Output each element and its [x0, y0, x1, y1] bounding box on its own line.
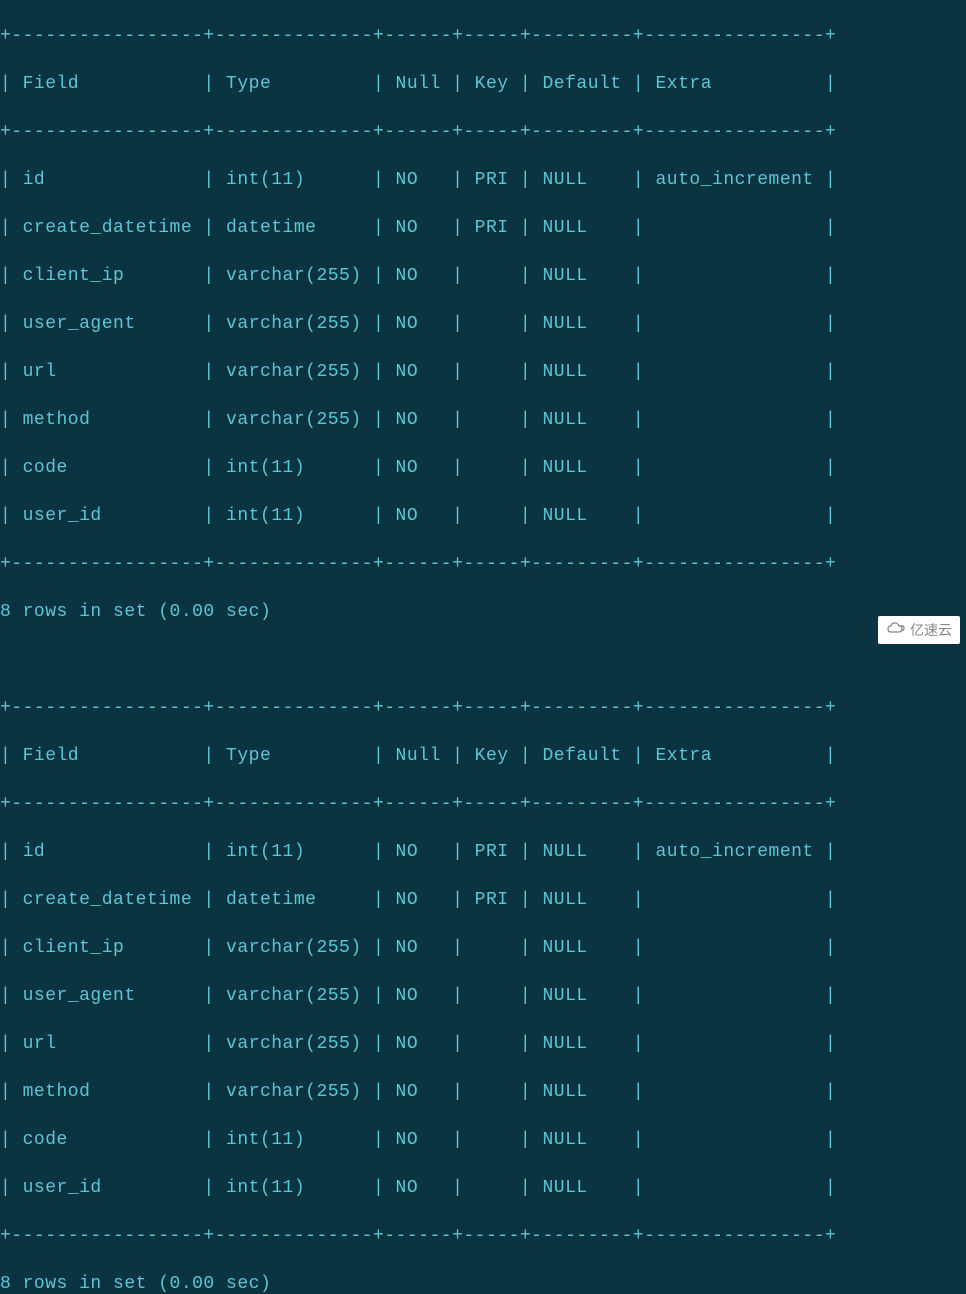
table-separator: +-----------------+--------------+------…	[0, 120, 966, 144]
table-row: | client_ip | varchar(255) | NO | | NULL…	[0, 936, 966, 960]
table-row: | user_id | int(11) | NO | | NULL | |	[0, 504, 966, 528]
blank-line	[0, 648, 966, 672]
table-row: | user_agent | varchar(255) | NO | | NUL…	[0, 312, 966, 336]
table-separator: +-----------------+--------------+------…	[0, 1224, 966, 1248]
table-row: | url | varchar(255) | NO | | NULL | |	[0, 360, 966, 384]
table-separator: +-----------------+--------------+------…	[0, 792, 966, 816]
table-row: | method | varchar(255) | NO | | NULL | …	[0, 408, 966, 432]
table-row: | id | int(11) | NO | PRI | NULL | auto_…	[0, 168, 966, 192]
table-header: | Field | Type | Null | Key | Default | …	[0, 72, 966, 96]
watermark-text: 亿速云	[910, 618, 952, 642]
terminal-output: +-----------------+--------------+------…	[0, 0, 966, 1294]
table-row: | method | varchar(255) | NO | | NULL | …	[0, 1080, 966, 1104]
table-separator: +-----------------+--------------+------…	[0, 696, 966, 720]
query-result-footer: 8 rows in set (0.00 sec)	[0, 1272, 966, 1294]
table-row: | id | int(11) | NO | PRI | NULL | auto_…	[0, 840, 966, 864]
table-row: | user_agent | varchar(255) | NO | | NUL…	[0, 984, 966, 1008]
table-header: | Field | Type | Null | Key | Default | …	[0, 744, 966, 768]
cloud-icon	[886, 618, 906, 642]
table-separator: +-----------------+--------------+------…	[0, 552, 966, 576]
watermark: 亿速云	[878, 616, 960, 644]
table-row: | code | int(11) | NO | | NULL | |	[0, 1128, 966, 1152]
table-row: | client_ip | varchar(255) | NO | | NULL…	[0, 264, 966, 288]
query-result-footer: 8 rows in set (0.00 sec)	[0, 600, 966, 624]
table-separator: +-----------------+--------------+------…	[0, 24, 966, 48]
table-row: | url | varchar(255) | NO | | NULL | |	[0, 1032, 966, 1056]
table-row: | create_datetime | datetime | NO | PRI …	[0, 216, 966, 240]
table-row: | user_id | int(11) | NO | | NULL | |	[0, 1176, 966, 1200]
table-row: | code | int(11) | NO | | NULL | |	[0, 456, 966, 480]
table-row: | create_datetime | datetime | NO | PRI …	[0, 888, 966, 912]
